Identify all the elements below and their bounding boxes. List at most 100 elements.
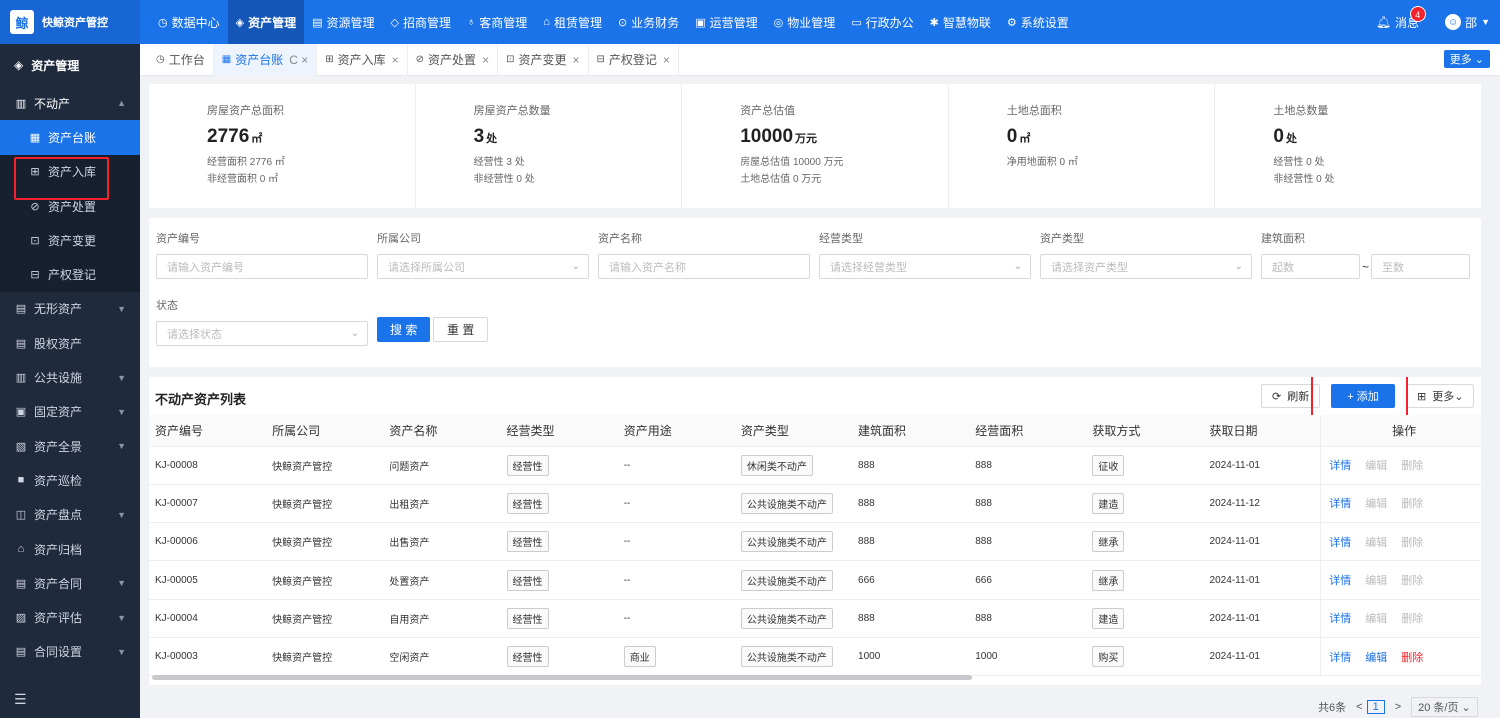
detail-link[interactable]: 详情 — [1329, 498, 1351, 510]
brand[interactable]: 鲸 快鲸资产管控 — [0, 0, 140, 44]
topnav-item[interactable]: ▭ 行政办公 — [843, 0, 921, 44]
edit-link[interactable]: 编辑 — [1365, 537, 1387, 549]
table-row[interactable]: KJ-00004 快鲸资产管控 自用资产 经营性 -- 公共设施类不动产 888 888 建造 2… — [149, 599, 1481, 638]
edit-link[interactable]: 编辑 — [1365, 613, 1387, 625]
delete-link[interactable]: 删除 — [1401, 652, 1423, 664]
cell-value: 1000 — [858, 651, 881, 663]
detail-link[interactable]: 详情 — [1329, 652, 1351, 664]
delete-link[interactable]: 删除 — [1401, 460, 1423, 472]
page-tab[interactable]: ⊞ 资产入库 × — [317, 43, 408, 76]
sidebar-item[interactable]: ⊡ 资产变更 — [0, 223, 140, 258]
page-tab[interactable]: ▦ 资产台账 C × — [213, 43, 318, 76]
collapse-menu-icon[interactable]: ☰ — [14, 691, 27, 708]
horizontal-scrollbar[interactable] — [152, 675, 972, 680]
sidebar-item[interactable]: ▣ 固定资产 ▼ — [0, 395, 140, 429]
table-more-button[interactable]: ⊞ 更多⌄ — [1406, 384, 1475, 408]
sidebar-item[interactable]: ▦ 资产台账 — [0, 120, 140, 155]
sidebar-item-icon: ⊘ — [30, 200, 40, 213]
area-from-input[interactable]: 起数 — [1261, 254, 1360, 279]
delete-link[interactable]: 删除 — [1401, 575, 1423, 587]
status-select[interactable]: 请选择状态 ⌄ — [156, 321, 368, 346]
sidebar-item[interactable]: ▨ 资产评估 ▼ — [0, 600, 140, 634]
topnav-item[interactable]: ▤ 资源管理 — [304, 0, 382, 44]
close-icon[interactable]: × — [663, 53, 670, 67]
sidebar-item[interactable]: ▤ 合同设置 ▼ — [0, 635, 140, 669]
cell-no: KJ-00005 — [149, 560, 267, 600]
table-row[interactable]: KJ-00003 快鲸资产管控 空闲资产 经营性 商业 公共设施类不动产 1000 1000 购… — [149, 637, 1481, 677]
next-page-button[interactable]: > — [1395, 701, 1401, 713]
search-button[interactable]: 搜 索 — [377, 317, 431, 342]
topnav-label: 系统设置 — [1020, 15, 1069, 30]
table-row[interactable]: KJ-00005 快鲸资产管控 处置资产 经营性 -- 公共设施类不动产 666 666 继承 2… — [149, 560, 1481, 600]
prev-page-button[interactable]: < — [1356, 701, 1362, 713]
cell-value: 继承 — [1092, 531, 1125, 553]
sidebar-item[interactable]: ▥ 不动产 ▲ — [0, 86, 140, 120]
page-tab[interactable]: ⊘ 资产处置 × — [408, 43, 499, 76]
topnav-item[interactable]: ⊙ 业务财务 — [610, 0, 687, 44]
detail-link[interactable]: 详情 — [1329, 460, 1351, 472]
asset-table: 资产编号 所属公司 资产名称 经营类型 资产用途 资产类型 建筑面积 经营面积 获取方式 获取日期… — [149, 415, 1481, 677]
sidebar-item[interactable]: ⊘ 资产处置 — [0, 188, 140, 224]
asset-no-input[interactable]: 请输入资产编号 — [156, 254, 368, 279]
page-tab[interactable]: ⊡ 资产变更 × — [498, 43, 589, 76]
topnav-item[interactable]: ⌂ 租赁管理 — [535, 0, 610, 44]
page-size-select[interactable]: 20 条/页 ⌄ — [1411, 697, 1478, 717]
close-icon[interactable]: × — [572, 53, 579, 67]
page-tab[interactable]: ⊟ 产权登记 × — [589, 43, 679, 76]
topnav-item[interactable]: ⚙ 系统设置 — [999, 0, 1077, 44]
topnav-item[interactable]: ◷ 数据中心 — [150, 0, 228, 44]
table-row[interactable]: KJ-00006 快鲸资产管控 出售资产 经营性 -- 公共设施类不动产 888 888 继承 2… — [149, 522, 1481, 562]
topnav-item[interactable]: ◎ 物业管理 — [766, 0, 844, 44]
topnav-item[interactable]: ▣ 运营管理 — [687, 0, 765, 44]
cell-value: 2024-11-01 — [1209, 612, 1260, 624]
delete-link[interactable]: 删除 — [1401, 498, 1423, 510]
topnav-item[interactable]: ◈ 资产管理 — [227, 0, 305, 44]
biz-type-select[interactable]: 请选择经营类型 ⌄ — [819, 254, 1031, 279]
edit-link[interactable]: 编辑 — [1365, 652, 1387, 664]
detail-link[interactable]: 详情 — [1329, 537, 1351, 549]
sidebar-item[interactable]: ▤ 资产合同 ▼ — [0, 566, 140, 600]
delete-link[interactable]: 删除 — [1401, 537, 1423, 549]
sidebar-item[interactable]: ■ 资产巡检 — [0, 463, 140, 497]
messages-button[interactable]: 🔔︎ 消息 4 — [1376, 5, 1426, 31]
current-page[interactable]: 1 — [1366, 700, 1385, 714]
sidebar-item[interactable]: ▤ 无形资产 ▼ — [0, 292, 140, 326]
delete-link[interactable]: 删除 — [1401, 613, 1423, 625]
add-button[interactable]: + 添加 — [1331, 384, 1395, 408]
cell-value: 666 — [858, 574, 875, 586]
reset-button[interactable]: 重 置 — [433, 317, 489, 342]
topnav-item[interactable]: ♁ 客商管理 — [459, 0, 535, 44]
sidebar-item[interactable]: ◫ 资产盘点 ▼ — [0, 498, 140, 532]
detail-link[interactable]: 详情 — [1329, 613, 1351, 625]
topnav-item[interactable]: ✱ 智慧物联 — [922, 0, 999, 44]
cell-value: 建造 — [1092, 607, 1125, 629]
edit-link[interactable]: 编辑 — [1365, 498, 1387, 510]
close-icon[interactable]: C × — [289, 53, 308, 67]
asset-name-input[interactable]: 请输入资产名称 — [598, 254, 810, 279]
detail-link[interactable]: 详情 — [1329, 575, 1351, 587]
sidebar-item[interactable]: ▥ 公共设施 ▼ — [0, 360, 140, 394]
user-menu[interactable]: ☺ 邵 ▼ — [1445, 14, 1490, 31]
sidebar-item[interactable]: ⌂ 资产归档 — [0, 532, 140, 566]
page-tab[interactable]: ◷ 工作台 — [148, 43, 214, 76]
topnav-item[interactable]: ◇ 招商管理 — [383, 0, 459, 44]
area-to-input[interactable]: 至数 — [1371, 254, 1471, 279]
asset-type-select[interactable]: 请选择资产类型 ⌄ — [1040, 254, 1252, 279]
close-icon[interactable]: × — [482, 53, 489, 67]
sidebar-item[interactable]: ▧ 资产全景 ▼ — [0, 429, 140, 463]
sidebar-item[interactable]: ⊟ 产权登记 — [0, 257, 140, 292]
table-row[interactable]: KJ-00008 快鲸资产管控 问题资产 经营性 -- 休闲类不动产 888 888 征收 202… — [149, 446, 1481, 485]
tabs-more-button[interactable]: 更多 ⌄ — [1443, 50, 1490, 68]
stat-number: 10000 — [740, 126, 794, 147]
sidebar-item[interactable]: ⊞ 资产入库 — [0, 154, 140, 189]
sidebar-item[interactable]: ▤ 股权资产 — [0, 326, 140, 360]
company-select[interactable]: 请选择所属公司 ⌄ — [377, 254, 589, 279]
edit-link[interactable]: 编辑 — [1365, 460, 1387, 472]
edit-link[interactable]: 编辑 — [1365, 575, 1387, 587]
refresh-button[interactable]: ⟳ 刷新 — [1261, 384, 1321, 408]
table-row[interactable]: KJ-00007 快鲸资产管控 出租资产 经营性 -- 公共设施类不动产 888 888 建造 2… — [149, 484, 1481, 524]
topnav-label: 招商管理 — [403, 15, 452, 30]
chevron-icon: ▼ — [117, 509, 126, 520]
cell-value: KJ-00006 — [155, 536, 198, 548]
close-icon[interactable]: × — [392, 53, 399, 67]
